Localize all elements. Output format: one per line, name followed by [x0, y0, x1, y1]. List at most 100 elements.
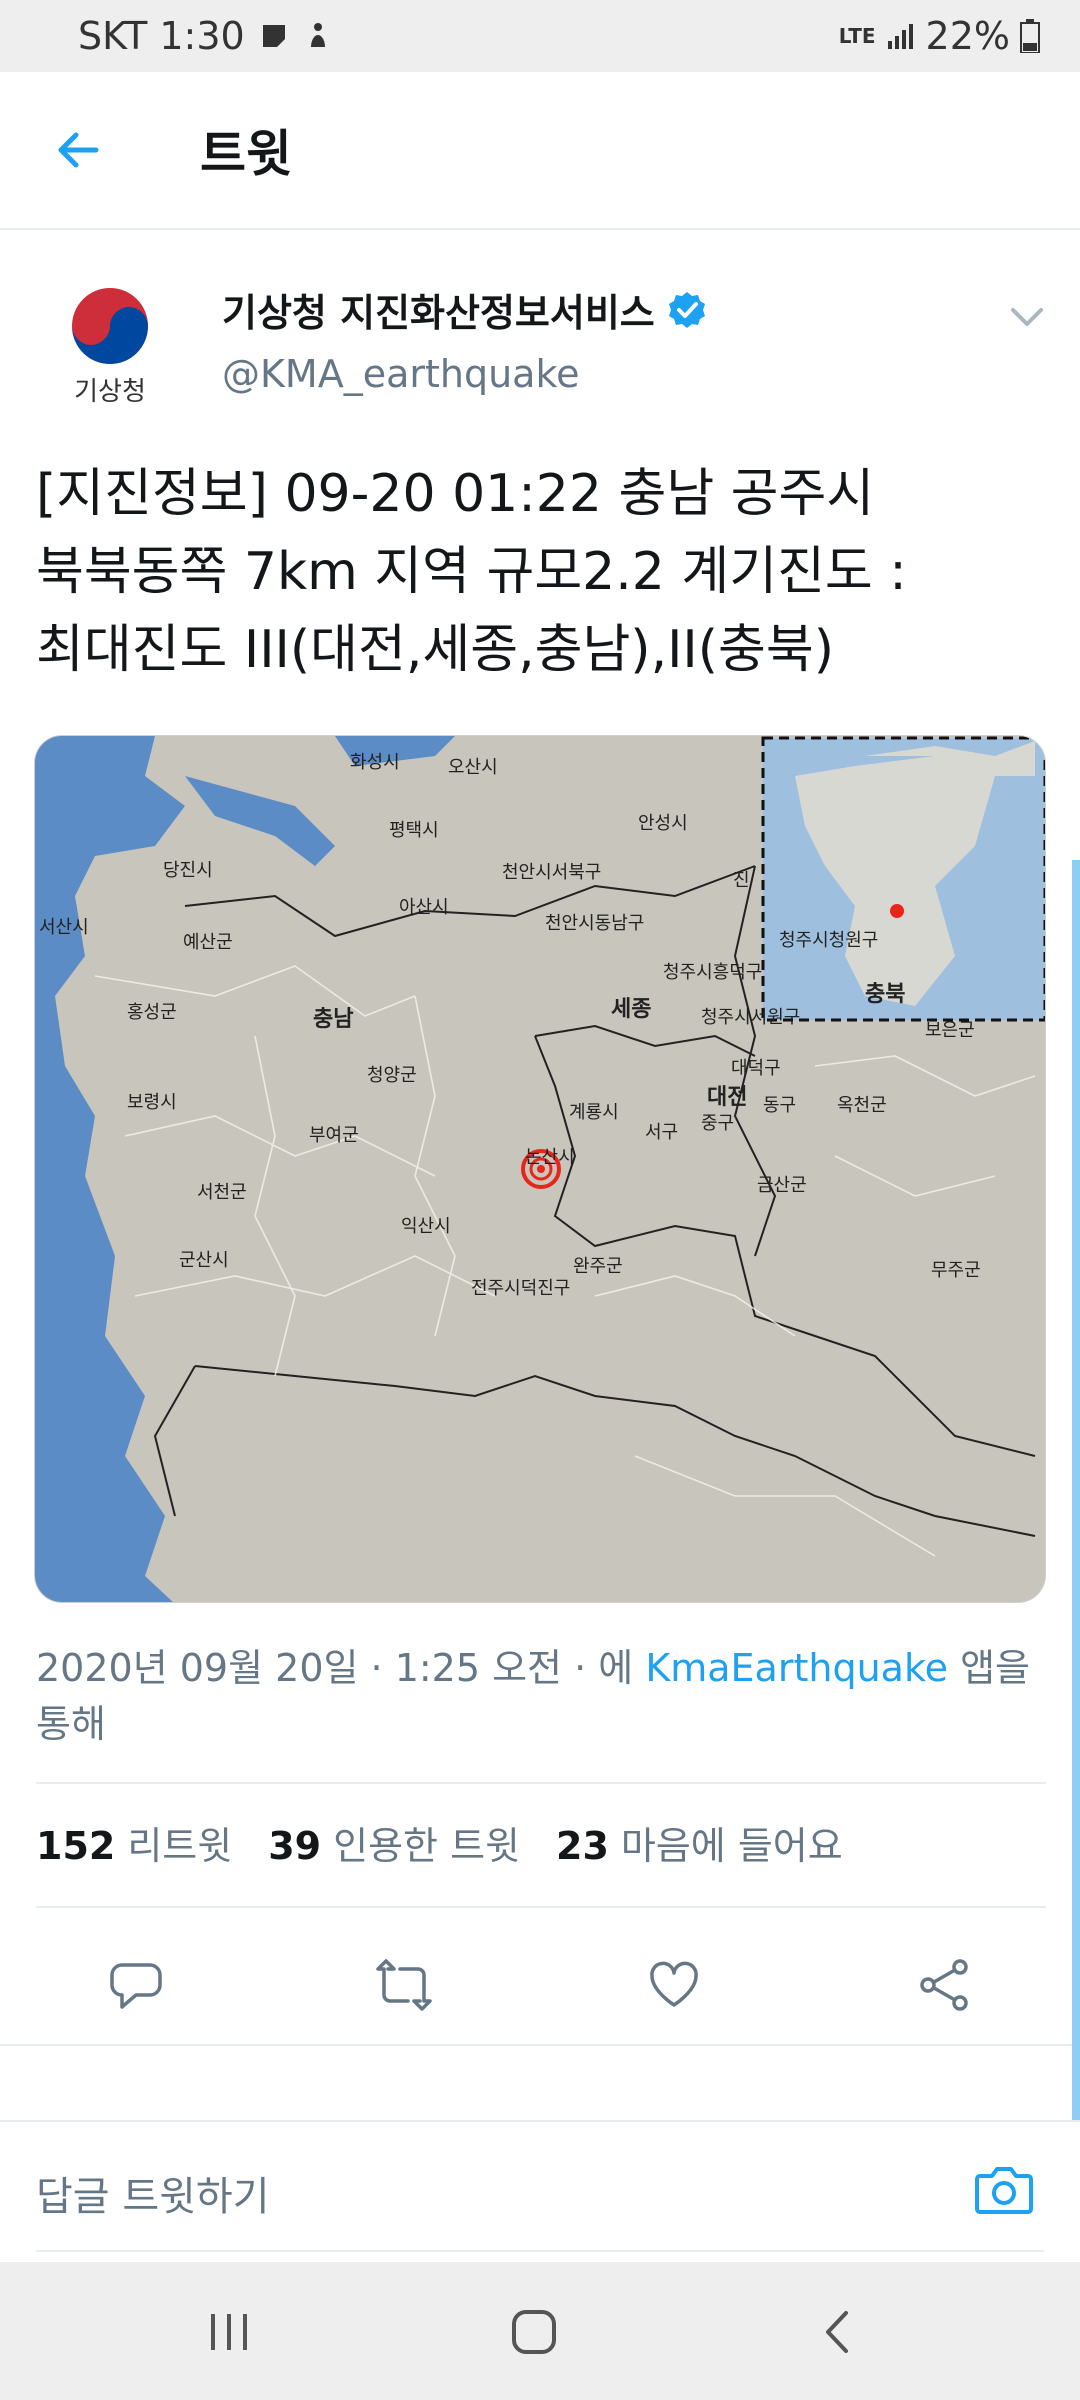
- note-icon: [262, 25, 285, 47]
- tweet-text-line: [지진정보] 09-20 01:22 충남 공주시: [36, 464, 875, 524]
- quotes-count: 39: [268, 1824, 322, 1868]
- map-label: 중구: [701, 1113, 734, 1134]
- map-label: 논산시: [525, 1147, 575, 1168]
- map-label: 무주군: [931, 1260, 981, 1281]
- avatar-text: 기상청: [74, 377, 146, 407]
- tweet-map-image[interactable]: 화성시 오산시 평택시 안성시 당진시 천안시서북구 아산시 천안시동남구 서산…: [34, 735, 1046, 1603]
- author-name[interactable]: 기상청 지진화산정보서비스: [222, 282, 707, 337]
- battery-icon: [1020, 19, 1040, 53]
- quotes-stat[interactable]: 39 인용한 트윗: [268, 1815, 520, 1870]
- retweets-count: 152: [36, 1824, 116, 1868]
- map-label: 충북: [865, 982, 905, 1007]
- map-label: 익산시: [401, 1216, 451, 1237]
- top-app-bar: 트윗: [0, 72, 1080, 230]
- back-button[interactable]: [38, 110, 118, 190]
- reply-button[interactable]: [96, 1945, 176, 2025]
- divider: [36, 2250, 1044, 2252]
- share-icon: [920, 1959, 968, 2011]
- map-label: 홍성군: [127, 1002, 177, 1023]
- map-label: 안성시: [638, 813, 688, 834]
- signal-icon: [887, 24, 913, 49]
- tweet-actions: [0, 1935, 1080, 2035]
- divider: [36, 1782, 1046, 1784]
- map-label: 서천군: [197, 1182, 247, 1203]
- back-nav-button[interactable]: [798, 2292, 878, 2372]
- map-label: 충남: [313, 1007, 353, 1032]
- map-label: 진: [733, 870, 750, 891]
- reply-icon: [110, 1963, 162, 2009]
- chevron-down-icon: [1011, 308, 1043, 326]
- tweet-timestamp: 2020년 09월 20일 · 1:25 오전 · 에 KmaEarthquak…: [36, 1640, 1046, 1752]
- map-label: 군산시: [179, 1250, 229, 1271]
- home-button[interactable]: [494, 2292, 574, 2372]
- source-app-link[interactable]: KmaEarthquake: [645, 1646, 948, 1690]
- kma-logo: 기상청: [72, 288, 148, 407]
- divider: [0, 2044, 1080, 2046]
- map-label: 보은군: [925, 1020, 975, 1041]
- map-label: 금산군: [757, 1175, 807, 1196]
- heart-icon: [650, 1961, 698, 2007]
- retweet-icon: [376, 1959, 432, 2011]
- retweet-button[interactable]: [364, 1945, 444, 2025]
- map-label: 서구: [645, 1122, 678, 1143]
- map-label: 평택시: [389, 820, 439, 841]
- map-label: 대덕구: [731, 1058, 781, 1079]
- map-label: 화성시: [350, 752, 400, 773]
- divider: [36, 1906, 1046, 1908]
- recent-apps-icon: [211, 2314, 247, 2350]
- map-label: 보령시: [127, 1092, 177, 1113]
- map-label: 대전: [707, 1085, 747, 1110]
- accessibility-icon: [310, 23, 325, 47]
- retweets-label: 리트윗: [127, 1824, 233, 1868]
- map-label: 청주시청원구: [779, 930, 878, 951]
- recent-apps-button[interactable]: [190, 2292, 270, 2372]
- earthquake-map: 화성시 오산시 평택시 안성시 당진시 천안시서북구 아산시 천안시동남구 서산…: [35, 736, 1045, 1602]
- quotes-label: 인용한 트윗: [333, 1824, 520, 1868]
- tweet-datetime: 2020년 09월 20일 · 1:25 오전 · 에: [36, 1646, 634, 1690]
- chevron-left-icon: [826, 2311, 848, 2353]
- map-label: 천안시서북구: [502, 862, 601, 883]
- status-bar: SKT 1:30 LTE 22%: [0, 0, 1080, 72]
- map-label: 부여군: [309, 1125, 359, 1146]
- reply-composer[interactable]: 답글 트윗하기: [0, 2120, 1080, 2260]
- map-label: 천안시동남구: [545, 913, 644, 934]
- map-label: 서산시: [39, 917, 89, 938]
- author-name-text: 기상청 지진화산정보서비스: [222, 291, 655, 335]
- scrollbar[interactable]: [1072, 860, 1080, 2120]
- system-nav-bar: [0, 2262, 1080, 2400]
- map-label: 전주시덕진구: [471, 1278, 570, 1299]
- map-label: 청주시흥덕구: [663, 962, 762, 983]
- reply-input[interactable]: 답글 트윗하기: [36, 2164, 270, 2222]
- avatar[interactable]: 기상청: [40, 270, 180, 410]
- map-label: 동구: [763, 1095, 796, 1116]
- likes-label: 마음에 들어요: [620, 1824, 843, 1868]
- retweets-stat[interactable]: 152 리트윗: [36, 1815, 232, 1870]
- carrier-time: SKT 1:30: [78, 14, 245, 58]
- map-label: 옥천군: [837, 1095, 887, 1116]
- map-label: 계룡시: [569, 1102, 619, 1123]
- arrow-left-icon: [58, 132, 99, 168]
- map-label: 청양군: [367, 1065, 417, 1086]
- map-label: 세종: [611, 997, 651, 1022]
- tweet-stats: 152 리트윗 39 인용한 트윗 23 마음에 들어요: [36, 1815, 843, 1870]
- share-button[interactable]: [904, 1945, 984, 2025]
- camera-button[interactable]: [964, 2150, 1044, 2230]
- map-label: 완주군: [573, 1256, 623, 1277]
- map-label: 아산시: [399, 897, 449, 918]
- like-button[interactable]: [634, 1945, 714, 2025]
- map-label: 예산군: [183, 932, 233, 953]
- likes-stat[interactable]: 23 마음에 들어요: [556, 1815, 843, 1870]
- home-icon: [512, 2310, 556, 2354]
- source-suffix: 앱을: [960, 1646, 1030, 1690]
- more-options-button[interactable]: [1002, 292, 1052, 342]
- tweet-text-line: 북북동쪽 7km 지역 규모2.2 계기진도 :: [36, 542, 907, 602]
- tweet-text-line: 최대진도 III(대전,세종,충남),II(충북): [36, 620, 835, 680]
- verified-badge-icon: [668, 291, 705, 328]
- author-handle[interactable]: @KMA_earthquake: [222, 352, 580, 396]
- camera-icon: [975, 2167, 1033, 2214]
- tweet-text: [지진정보] 09-20 01:22 충남 공주시 북북동쪽 7km 지역 규모…: [36, 455, 1046, 689]
- map-label: 당진시: [163, 860, 213, 881]
- network-type: LTE: [838, 24, 876, 48]
- tweet-author: 기상청 기상청 지진화산정보서비스 @KMA_earthquake: [0, 270, 1080, 420]
- battery-percent: 22%: [925, 14, 1010, 58]
